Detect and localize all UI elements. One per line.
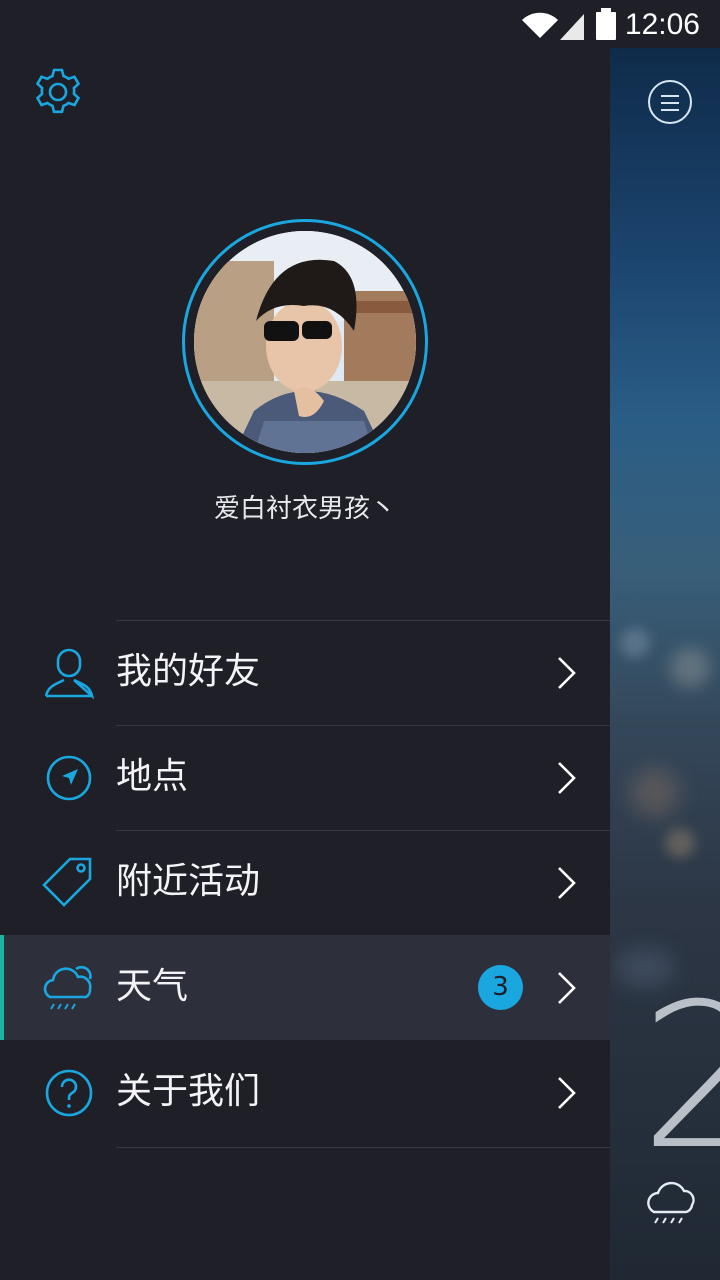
chevron-right-icon (558, 972, 576, 1004)
hamburger-menu-icon[interactable] (648, 80, 692, 124)
divider (116, 830, 610, 831)
chevron-right-icon (558, 657, 576, 689)
avatar (194, 231, 416, 453)
menu-item-label: 我的好友 (116, 651, 261, 692)
navigation-drawer: 爱白衬衣男孩丶 我的好友 地点 附近活动 天气 3 关于我们 (0, 48, 610, 1280)
tag-icon (42, 857, 92, 907)
menu-item-label: 关于我们 (116, 1071, 261, 1112)
divider (116, 1147, 610, 1148)
status-time: 12:06 (624, 8, 700, 41)
profile-username: 爱白衬衣男孩丶 (213, 494, 396, 524)
chevron-right-icon (558, 867, 576, 899)
menu-item-nearby-activities[interactable]: 附近活动 (0, 830, 610, 935)
menu-item-weather[interactable]: 天气 3 (0, 935, 610, 1040)
menu-item-label: 天气 (116, 966, 189, 1007)
menu-item-places[interactable]: 地点 (0, 725, 610, 830)
temperature-value: 2 (640, 961, 720, 1194)
battery-icon (596, 8, 616, 40)
menu-item-label: 地点 (116, 756, 189, 797)
active-indicator (0, 935, 4, 1040)
signal-icon (560, 14, 584, 40)
wifi-icon (522, 12, 558, 39)
background-weather-screen: 2 (610, 48, 720, 1280)
gear-icon[interactable] (32, 66, 84, 118)
chevron-right-icon (558, 1077, 576, 1109)
notification-badge: 3 (478, 965, 523, 1010)
rain-cloud-icon (647, 1181, 695, 1224)
location-arrow-icon (46, 755, 92, 801)
status-bar: 12:06 (0, 0, 720, 48)
user-icon (44, 648, 95, 700)
menu-item-friends[interactable]: 我的好友 (0, 620, 610, 725)
drawer-menu: 我的好友 地点 附近活动 天气 3 关于我们 (0, 620, 610, 1145)
help-icon (45, 1069, 93, 1117)
divider (116, 725, 610, 726)
menu-item-about-us[interactable]: 关于我们 (0, 1040, 610, 1145)
status-icons (522, 8, 616, 40)
rain-cloud-icon (43, 965, 92, 1010)
menu-item-label: 附近活动 (116, 861, 261, 902)
avatar-ring[interactable] (182, 219, 428, 465)
divider (116, 620, 610, 621)
chevron-right-icon (558, 762, 576, 794)
